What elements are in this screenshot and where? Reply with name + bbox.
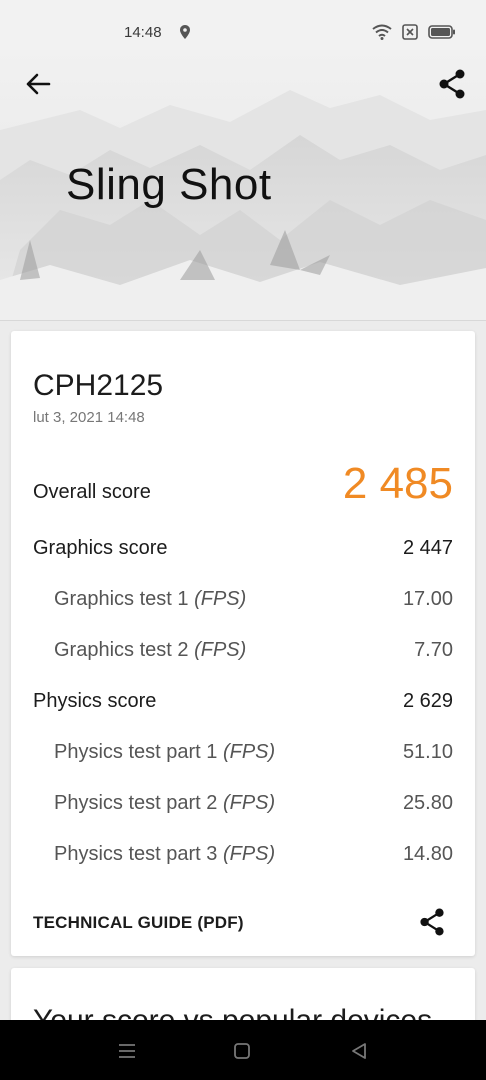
test-date: lut 3, 2021 14:48 — [33, 409, 145, 426]
system-nav-bar — [0, 1020, 486, 1080]
status-bar: 14:48 — [0, 0, 486, 50]
physics-test-3-label: Physics test part 3 — [54, 843, 223, 865]
share-icon — [420, 908, 444, 936]
graphics-test-2-value: 7.70 — [414, 639, 453, 661]
share-icon — [439, 69, 465, 99]
physics-score-label: Physics score — [33, 690, 157, 712]
menu-icon — [119, 1044, 135, 1058]
arrow-left-icon — [26, 73, 51, 95]
graphics-test-2-row: Graphics test 2 (FPS) 7.70 — [33, 639, 453, 673]
result-card: CPH2125 lut 3, 2021 14:48 Overall score … — [11, 331, 475, 956]
physics-test-3-value: 14.80 — [402, 843, 453, 865]
location-icon — [180, 25, 190, 43]
overall-score-value: 2 485 — [342, 459, 453, 508]
page-title: Sling Shot — [66, 160, 272, 209]
home-button[interactable] — [229, 1038, 255, 1064]
sim-icon — [402, 24, 418, 44]
physics-test-2-row: Physics test part 2 (FPS) 25.80 — [33, 792, 453, 826]
status-time: 14:48 — [124, 24, 162, 41]
system-back-button[interactable] — [346, 1038, 372, 1064]
physics-test-2-value: 25.80 — [402, 792, 453, 814]
physics-test-1-value: 51.10 — [402, 741, 453, 763]
physics-score-row: Physics score 2 629 — [33, 690, 453, 724]
technical-guide-link[interactable]: TECHNICAL GUIDE (PDF) — [33, 913, 244, 933]
hero-header: Sling Shot — [0, 50, 486, 321]
physics-test-1-row: Physics test part 1 (FPS) 51.10 — [33, 741, 453, 775]
graphics-test-1-value: 17.00 — [402, 588, 453, 610]
status-icons — [372, 24, 456, 44]
back-triangle-icon — [352, 1043, 366, 1059]
fps-unit: (FPS) — [222, 843, 276, 865]
device-name: CPH2125 — [33, 369, 164, 402]
wifi-icon — [372, 24, 392, 44]
graphics-test-1-row: Graphics test 1 (FPS) 17.00 — [33, 588, 453, 622]
graphics-score-row: Graphics score 2 447 — [33, 537, 453, 571]
battery-icon — [428, 25, 456, 43]
physics-test-3-row: Physics test part 3 (FPS) 14.80 — [33, 843, 453, 877]
fps-unit: (FPS) — [194, 639, 247, 661]
graphics-score-value: 2 447 — [402, 537, 453, 559]
physics-score-value: 2 629 — [402, 690, 453, 712]
fps-unit: (FPS) — [194, 588, 247, 610]
graphics-test-1-label: Graphics test 1 — [54, 588, 195, 610]
home-square-icon — [234, 1043, 250, 1059]
back-button[interactable] — [22, 68, 54, 100]
recent-apps-button[interactable] — [114, 1038, 140, 1064]
graphics-test-2-label: Graphics test 2 — [54, 639, 195, 661]
physics-test-1-label: Physics test part 1 — [54, 741, 223, 763]
graphics-score-label: Graphics score — [33, 537, 168, 559]
overall-score-label: Overall score — [33, 481, 151, 503]
technical-guide-share-button[interactable] — [417, 907, 447, 937]
physics-test-2-label: Physics test part 2 — [54, 792, 223, 814]
fps-unit: (FPS) — [222, 741, 276, 763]
share-button[interactable] — [436, 68, 468, 100]
fps-unit: (FPS) — [222, 792, 276, 814]
